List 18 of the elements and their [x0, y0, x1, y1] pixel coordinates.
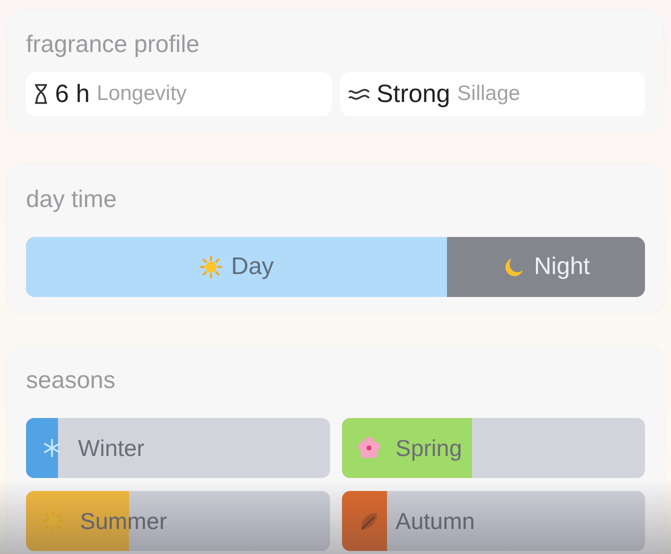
waves-icon	[348, 87, 370, 101]
stat-label: Longevity	[96, 82, 187, 106]
sun-icon	[199, 255, 224, 279]
season-label: Winter	[78, 434, 144, 462]
season-label: Spring	[396, 434, 462, 462]
stat-value: 6 h	[55, 80, 90, 108]
hourglass-icon	[34, 84, 48, 104]
season-label: Autumn	[396, 508, 475, 534]
night-label: Night	[534, 253, 590, 281]
stat-value: Strong	[376, 80, 450, 108]
sun-icon	[42, 510, 64, 532]
section-title: day time	[26, 185, 118, 215]
stat-label: Sillage	[457, 82, 520, 106]
blossom-icon	[358, 437, 380, 459]
day-label: Day	[231, 253, 274, 281]
snowflake-icon	[42, 438, 62, 458]
section-title: seasons	[26, 366, 116, 396]
section-title: fragrance profile	[26, 30, 200, 60]
